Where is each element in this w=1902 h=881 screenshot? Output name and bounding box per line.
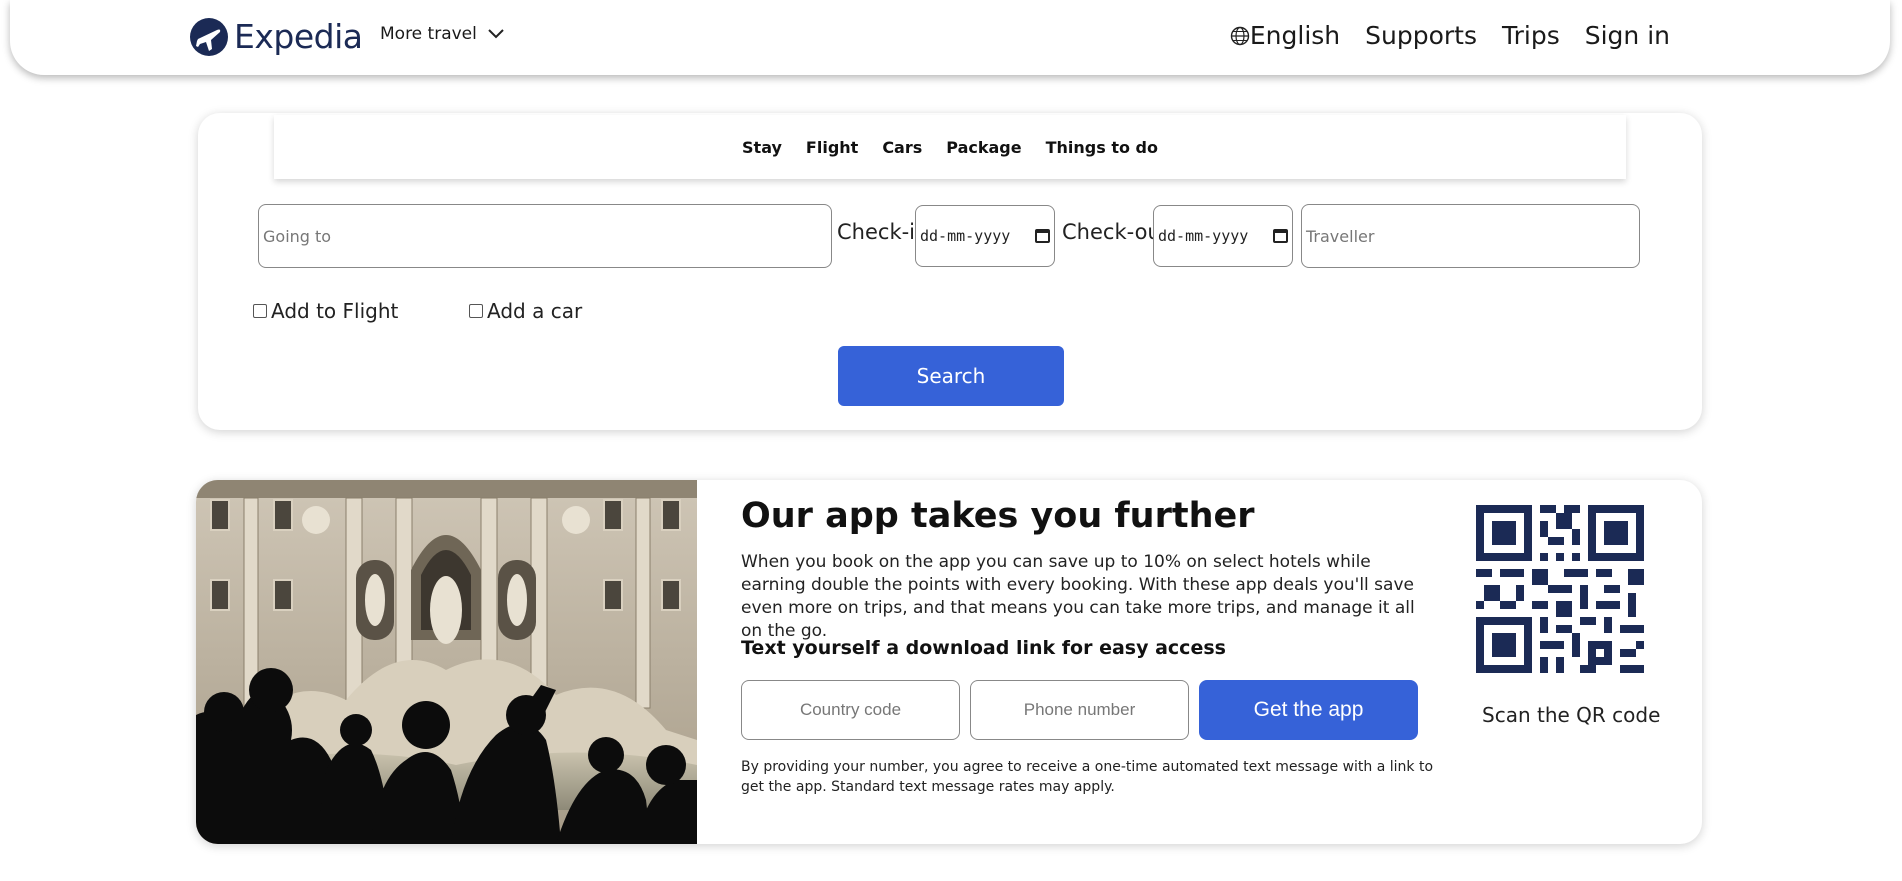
tab-stay[interactable]: Stay	[742, 138, 782, 157]
qr-caption: Scan the QR code	[1482, 703, 1661, 727]
language-label: English	[1249, 21, 1341, 50]
supports-link[interactable]: Supports	[1365, 21, 1477, 50]
tab-flight[interactable]: Flight	[806, 138, 858, 157]
app-promo-title: Our app takes you further	[741, 496, 1255, 536]
checkbox-box[interactable]	[253, 304, 267, 318]
chevron-down-icon	[488, 29, 504, 39]
going-to-placeholder: Going to	[263, 226, 332, 246]
expedia-logo[interactable]: Expedia	[190, 17, 363, 56]
checkin-date-input[interactable]: dd-mm-yyyy	[915, 205, 1055, 267]
search-button[interactable]: Search	[838, 346, 1064, 406]
tab-cars[interactable]: Cars	[882, 138, 922, 157]
calendar-icon[interactable]	[1035, 229, 1050, 243]
search-card: Stay Flight Cars Package Things to do Go…	[198, 113, 1702, 430]
trevi-fountain-photo	[196, 480, 697, 844]
app-promo-description: When you book on the app you can save up…	[741, 552, 1415, 641]
traveller-placeholder: Traveller	[1306, 226, 1375, 246]
qr-code-image	[1476, 505, 1644, 673]
calendar-icon[interactable]	[1273, 229, 1288, 243]
traveller-input[interactable]: Traveller	[1301, 204, 1640, 268]
checkin-date-value: dd-mm-yyyy	[920, 227, 1011, 245]
add-flight-label: Add to Flight	[271, 299, 399, 323]
more-travel-label: More travel	[380, 24, 477, 44]
add-flight-checkbox[interactable]: Add to Flight	[253, 299, 398, 323]
more-travel-dropdown[interactable]: More travel	[380, 24, 505, 44]
search-tabs: Stay Flight Cars Package Things to do	[274, 115, 1626, 179]
header-nav: English Supports Trips Sign in	[1230, 21, 1670, 50]
app-promo-subtitle: Text yourself a download link for easy a…	[741, 637, 1226, 659]
trips-link[interactable]: Trips	[1502, 21, 1560, 50]
sign-in-link[interactable]: Sign in	[1585, 21, 1670, 50]
language-selector[interactable]: English	[1230, 21, 1340, 50]
checkout-date-input[interactable]: dd-mm-yyyy	[1153, 205, 1293, 267]
add-car-checkbox[interactable]: Add a car	[469, 299, 582, 323]
get-app-button[interactable]: Get the app	[1199, 680, 1418, 740]
phone-number-placeholder: Phone number	[1023, 700, 1136, 719]
country-code-input[interactable]: Country code	[741, 680, 960, 740]
country-code-placeholder: Country code	[799, 700, 902, 719]
checkout-date-value: dd-mm-yyyy	[1158, 227, 1249, 245]
phone-number-input[interactable]: Phone number	[970, 680, 1189, 740]
going-to-input[interactable]: Going to	[258, 204, 832, 268]
brand-name: Expedia	[234, 17, 363, 56]
sms-disclaimer: By providing your number, you agree to r…	[741, 759, 1434, 795]
globe-icon	[1230, 26, 1250, 45]
plane-logo-icon	[190, 17, 228, 56]
tab-package[interactable]: Package	[946, 138, 1021, 157]
checkbox-box[interactable]	[469, 304, 483, 318]
add-car-label: Add a car	[487, 299, 583, 323]
tab-things-to-do[interactable]: Things to do	[1046, 138, 1158, 157]
top-navbar: Expedia More travel English Supports Tri…	[10, 0, 1890, 75]
app-promo-card: Our app takes you further When you book …	[196, 480, 1702, 844]
